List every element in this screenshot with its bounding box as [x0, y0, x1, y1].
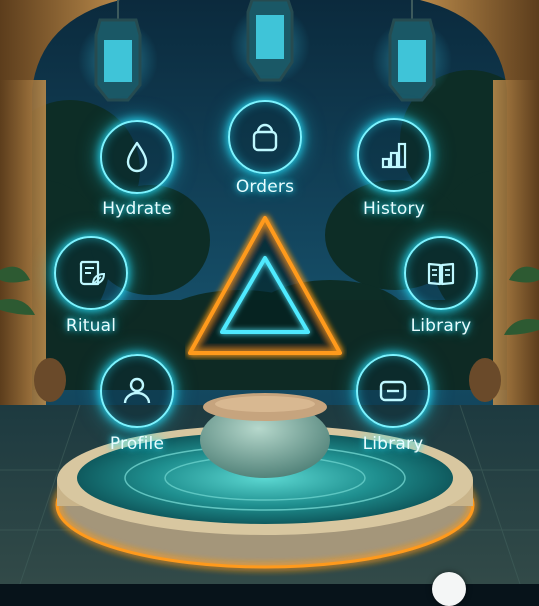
menu-item-profile[interactable]: Profile	[82, 352, 192, 482]
history-ring	[357, 118, 431, 192]
menu-item-label: History	[363, 199, 425, 219]
shopping-bag-icon	[252, 123, 278, 152]
open-book-icon	[427, 262, 455, 286]
menu-item-label: Hydrate	[102, 199, 172, 219]
menu-item-label: Library	[362, 434, 424, 454]
library-2-ring	[356, 354, 430, 428]
menu-item-ritual[interactable]: Ritual	[36, 234, 146, 364]
corner-circle-button[interactable]	[432, 572, 466, 606]
bar-chart-icon	[381, 142, 407, 169]
menu-item-orders[interactable]: Orders	[210, 96, 320, 226]
minus-box-icon	[379, 380, 407, 402]
center-triangle-button[interactable]	[185, 210, 347, 360]
hydrate-ring	[100, 120, 174, 194]
scroll-leaf-icon	[79, 260, 106, 286]
profile-ring	[100, 354, 174, 428]
ritual-ring	[54, 236, 128, 310]
water-drop-icon	[126, 141, 148, 173]
menu-item-label: Library	[410, 316, 472, 336]
orders-ring	[228, 100, 302, 174]
menu-item-label: Orders	[235, 177, 295, 197]
menu-item-library[interactable]: Library	[386, 234, 496, 364]
menu-item-history[interactable]: History	[339, 118, 449, 248]
menu-item-label: Ritual	[65, 316, 117, 336]
user-icon	[123, 377, 151, 404]
menu-item-label: Profile	[109, 434, 165, 454]
menu-item-library-2[interactable]: Library	[338, 352, 448, 482]
library-ring	[404, 236, 478, 310]
menu-item-hydrate[interactable]: Hydrate	[82, 118, 192, 248]
